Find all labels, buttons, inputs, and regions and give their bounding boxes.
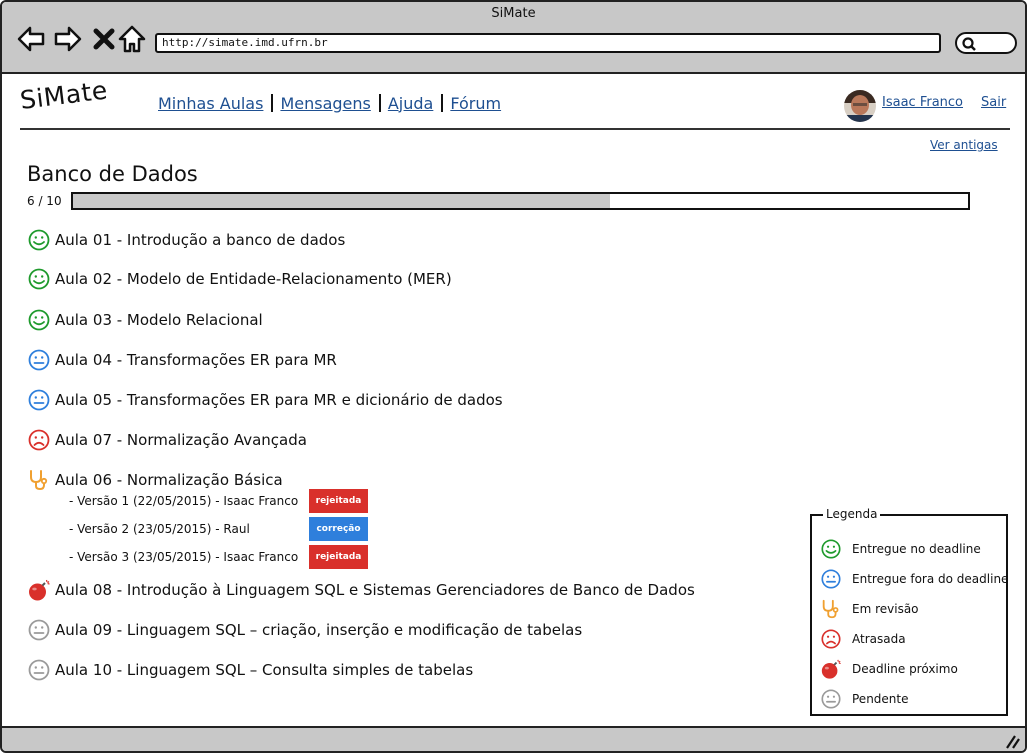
neutral-gray-icon xyxy=(27,618,51,642)
legend-item: Pendente xyxy=(820,687,909,711)
main-nav: Minhas Aulas Mensagens Ajuda Fórum xyxy=(158,92,501,114)
status-badge: rejeitada xyxy=(309,545,368,569)
legend-label: Atrasada xyxy=(852,632,906,646)
smile-green-icon xyxy=(820,538,842,560)
frown-red-icon xyxy=(820,628,842,650)
lesson-item[interactable]: Aula 07 - Normalização Avançada xyxy=(27,428,307,452)
resize-grip-icon[interactable] xyxy=(1003,734,1021,750)
version-item[interactable]: - Versão 1 (22/05/2015) - Isaac Franco xyxy=(69,490,298,512)
version-item[interactable]: - Versão 2 (23/05/2015) - Raul xyxy=(69,518,250,540)
legend-label: Deadline próximo xyxy=(852,662,958,676)
status-badge: correção xyxy=(309,517,368,541)
status-badge: rejeitada xyxy=(309,489,368,513)
logo: SiMate xyxy=(18,75,110,115)
stop-icon[interactable] xyxy=(89,24,119,54)
neutral-gray-icon xyxy=(820,688,842,710)
stethoscope-icon xyxy=(27,468,51,492)
stethoscope-icon xyxy=(820,598,842,620)
legend-box: Legenda Entregue no deadline Entregue fo… xyxy=(810,507,1008,716)
version-item[interactable]: - Versão 3 (23/05/2015) - Isaac Franco xyxy=(69,546,298,568)
avatar[interactable] xyxy=(844,90,876,122)
nav-divider xyxy=(441,94,444,112)
browser-toolbar: SiMate http://simate.imd.ufrn.br xyxy=(2,2,1025,74)
nav-divider xyxy=(271,94,274,112)
search-field[interactable] xyxy=(955,32,1017,54)
lesson-item[interactable]: Aula 10 - Linguagem SQL – Consulta simpl… xyxy=(27,658,473,682)
address-bar[interactable]: http://simate.imd.ufrn.br xyxy=(155,33,941,53)
lesson-item[interactable]: Aula 08 - Introdução à Linguagem SQL e S… xyxy=(27,578,695,602)
lesson-title: Aula 03 - Modelo Relacional xyxy=(55,311,263,329)
legend-label: Entregue fora do deadline xyxy=(852,572,1009,586)
neutral-blue-icon xyxy=(27,348,51,372)
bomb-icon xyxy=(820,658,842,680)
nav-forum[interactable]: Fórum xyxy=(450,94,501,113)
nav-divider xyxy=(378,94,381,112)
progress-bar-fill xyxy=(73,194,610,208)
nav-ajuda[interactable]: Ajuda xyxy=(388,94,434,113)
lesson-title: Aula 07 - Normalização Avançada xyxy=(55,431,307,449)
site-header: SiMate Minhas Aulas Mensagens Ajuda Fóru… xyxy=(18,76,1010,130)
frown-red-icon xyxy=(27,428,51,452)
smile-green-icon xyxy=(27,267,51,291)
lesson-title: Aula 05 - Transformações ER para MR e di… xyxy=(55,391,503,409)
status-bar xyxy=(2,726,1025,751)
legend-item: Deadline próximo xyxy=(820,657,958,681)
page-title: Banco de Dados xyxy=(27,162,198,186)
home-icon[interactable] xyxy=(117,24,147,54)
legend-item: Em revisão xyxy=(820,597,919,621)
lesson-title: Aula 01 - Introdução a banco de dados xyxy=(55,231,346,249)
legend-item: Atrasada xyxy=(820,627,906,651)
forward-icon[interactable] xyxy=(53,24,83,54)
lesson-item[interactable]: Aula 02 - Modelo de Entidade-Relacioname… xyxy=(27,267,452,291)
lesson-item[interactable]: Aula 06 - Normalização Básica xyxy=(27,468,283,492)
lesson-item[interactable]: Aula 03 - Modelo Relacional xyxy=(27,308,263,332)
search-icon xyxy=(962,37,976,51)
lesson-item[interactable]: Aula 01 - Introdução a banco de dados xyxy=(27,228,345,252)
progress-bar xyxy=(71,192,970,210)
back-icon[interactable] xyxy=(16,24,46,54)
neutral-blue-icon xyxy=(27,388,51,412)
lesson-item[interactable]: Aula 04 - Transformações ER para MR xyxy=(27,348,337,372)
nav-minhas-aulas[interactable]: Minhas Aulas xyxy=(158,94,263,113)
lesson-item[interactable]: Aula 09 - Linguagem SQL – criação, inser… xyxy=(27,618,582,642)
lesson-title: Aula 02 - Modelo de Entidade-Relacioname… xyxy=(55,270,452,288)
legend-item: Entregue no deadline xyxy=(820,537,981,561)
legend-title: Legenda xyxy=(823,507,881,521)
neutral-blue-icon xyxy=(820,568,842,590)
neutral-gray-icon xyxy=(27,658,51,682)
smile-green-icon xyxy=(27,308,51,332)
bomb-icon xyxy=(27,578,51,602)
progress-label: 6 / 10 xyxy=(27,194,62,208)
lesson-title: Aula 09 - Linguagem SQL – criação, inser… xyxy=(55,621,583,639)
window-title: SiMate xyxy=(491,6,536,21)
smile-green-icon xyxy=(27,228,51,252)
browser-window: SiMate http://simate.imd.ufrn.br SiMate … xyxy=(0,0,1027,753)
lesson-title: Aula 06 - Normalização Básica xyxy=(55,471,283,489)
legend-label: Pendente xyxy=(852,692,909,706)
lesson-item[interactable]: Aula 05 - Transformações ER para MR e di… xyxy=(27,388,503,412)
user-name-link[interactable]: Isaac Franco xyxy=(882,95,963,110)
lesson-title: Aula 04 - Transformações ER para MR xyxy=(55,351,337,369)
legend-label: Entregue no deadline xyxy=(852,542,981,556)
legend-item: Entregue fora do deadline xyxy=(820,567,1008,591)
lesson-title: Aula 10 - Linguagem SQL – Consulta simpl… xyxy=(55,661,474,679)
nav-mensagens[interactable]: Mensagens xyxy=(280,94,370,113)
lesson-title: Aula 08 - Introdução à Linguagem SQL e S… xyxy=(55,581,695,599)
see-old-link[interactable]: Ver antigas xyxy=(930,138,998,152)
legend-label: Em revisão xyxy=(852,602,919,616)
logout-link[interactable]: Sair xyxy=(981,95,1006,110)
